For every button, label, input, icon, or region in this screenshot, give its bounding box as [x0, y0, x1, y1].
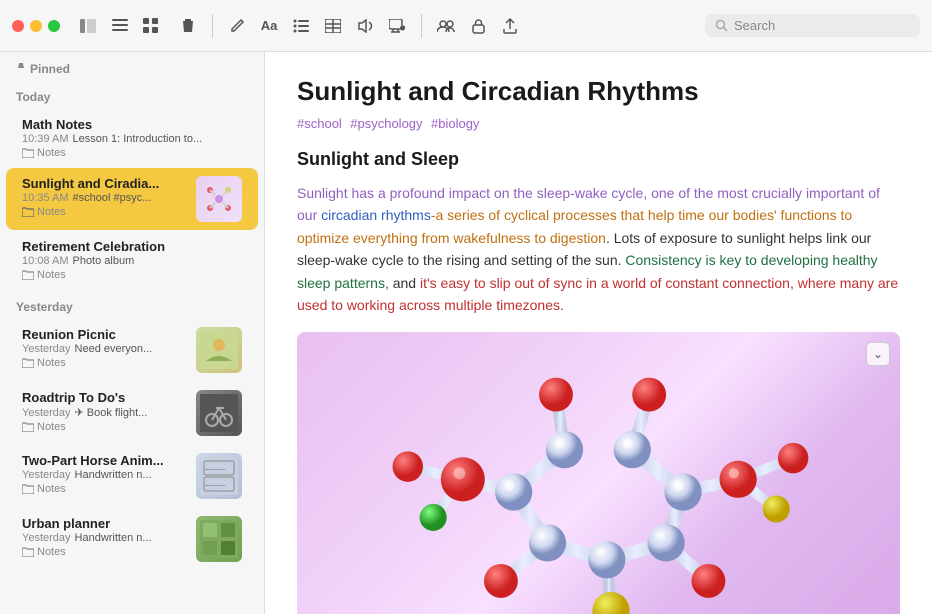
note-info: Urban planner Yesterday Handwritten n...… [22, 516, 188, 558]
note-folder: Notes [22, 483, 188, 495]
close-button[interactable] [12, 20, 24, 32]
list-item[interactable]: Math Notes 10:39 AM Lesson 1: Introducti… [6, 109, 258, 167]
tag-psychology[interactable]: #psychology [350, 116, 422, 131]
note-info: Reunion Picnic Yesterday Need everyon...… [22, 327, 188, 369]
traffic-lights [12, 20, 60, 32]
note-folder: Notes [22, 546, 188, 558]
note-title: Retirement Celebration [22, 239, 242, 254]
note-thumbnail [196, 516, 242, 562]
folder-icon [22, 422, 34, 432]
audio-icon[interactable] [353, 14, 377, 38]
note-info: Sunlight and Ciradia... 10:35 AM #school… [22, 176, 188, 218]
folder-icon [22, 270, 34, 280]
note-info: Retirement Celebration 10:08 AM Photo al… [22, 239, 242, 281]
list-item[interactable]: Reunion Picnic Yesterday Need everyon...… [6, 319, 258, 381]
note-title: Roadtrip To Do's [22, 390, 188, 405]
grid-view-icon[interactable] [138, 14, 162, 38]
note-info: Roadtrip To Do's Yesterday ✈ Book flight… [22, 390, 188, 433]
maximize-button[interactable] [48, 20, 60, 32]
note-title: Urban planner [22, 516, 188, 531]
list-item[interactable]: Sunlight and Ciradia... 10:35 AM #school… [6, 168, 258, 230]
content-area: Sunlight and Circadian Rhythms #school #… [265, 52, 932, 614]
note-meta: Yesterday Handwritten n... [22, 469, 188, 481]
note-title: Two-Part Horse Anim... [22, 453, 188, 468]
view-controls [108, 14, 162, 38]
folder-icon [22, 484, 34, 494]
tag-biology[interactable]: #biology [431, 116, 479, 131]
note-thumbnail [196, 390, 242, 436]
pinned-label: Pinned [16, 62, 248, 76]
note-meta: Yesterday Handwritten n... [22, 532, 188, 544]
titlebar: Aa ▼ Search [0, 0, 932, 52]
note-folder: Notes [22, 357, 188, 369]
note-info: Two-Part Horse Anim... Yesterday Handwri… [22, 453, 188, 495]
note-thumbnail [196, 176, 242, 222]
section-yesterday: Yesterday [0, 290, 264, 318]
note-folder: Notes [22, 269, 242, 281]
tags-container: #school #psychology #biology [297, 115, 900, 133]
pin-icon [16, 63, 26, 75]
share-icon[interactable] [498, 14, 522, 38]
search-box[interactable]: Search [705, 14, 920, 37]
note-meta: 10:08 AM Photo album [22, 255, 242, 267]
search-placeholder: Search [734, 18, 775, 33]
note-thumbnail: ~~~~~ ~~~~~ [196, 453, 242, 499]
trash-icon[interactable] [176, 14, 200, 38]
note-meta: 10:35 AM #school #psyc... [22, 192, 188, 204]
image-expand-button[interactable]: ⌄ [866, 342, 890, 366]
folder-icon [22, 148, 34, 158]
note-meta: Yesterday Need everyon... [22, 343, 188, 355]
svg-text:▼: ▼ [402, 25, 406, 30]
text-blue: circadian rhythms [321, 207, 431, 223]
note-title: Math Notes [22, 117, 242, 132]
note-folder: Notes [22, 147, 242, 159]
checklist-icon[interactable] [289, 14, 313, 38]
search-icon [715, 19, 728, 32]
folder-icon [22, 358, 34, 368]
note-info: Math Notes 10:39 AM Lesson 1: Introducti… [22, 117, 242, 159]
tag-school[interactable]: #school [297, 116, 342, 131]
note-paragraph: Sunlight has a profound impact on the sl… [297, 182, 900, 316]
table-icon[interactable] [321, 14, 345, 38]
toolbar-divider2 [421, 14, 422, 38]
sidebar-toggle-icon[interactable] [76, 14, 100, 38]
note-meta: 10:39 AM Lesson 1: Introduction to... [22, 133, 242, 145]
list-item[interactable]: Retirement Celebration 10:08 AM Photo al… [6, 231, 258, 289]
section-today: Today [0, 80, 264, 108]
list-item[interactable]: Roadtrip To Do's Yesterday ✈ Book flight… [6, 382, 258, 444]
sidebar: Pinned Today Math Notes 10:39 AM Lesson … [0, 52, 265, 614]
image-container: ⌄ [297, 332, 900, 614]
text-default-2: and [389, 275, 420, 291]
molecule-visualization [327, 348, 870, 614]
minimize-button[interactable] [30, 20, 42, 32]
pinned-section: Pinned [0, 52, 264, 80]
svg-text:~~~~~: ~~~~~ [205, 467, 225, 474]
lock-icon[interactable] [466, 14, 490, 38]
collaborate-icon[interactable] [434, 14, 458, 38]
note-thumbnail [196, 327, 242, 373]
list-item[interactable]: Urban planner Yesterday Handwritten n...… [6, 508, 258, 570]
folder-icon [22, 207, 34, 217]
section-title: Sunlight and Sleep [297, 149, 900, 170]
list-view-icon[interactable] [108, 14, 132, 38]
note-main-title: Sunlight and Circadian Rhythms [297, 76, 900, 107]
main-layout: Pinned Today Math Notes 10:39 AM Lesson … [0, 52, 932, 614]
list-item[interactable]: Two-Part Horse Anim... Yesterday Handwri… [6, 445, 258, 507]
note-meta: Yesterday ✈ Book flight... [22, 406, 188, 419]
svg-text:~~~~~: ~~~~~ [205, 483, 225, 490]
note-title: Sunlight and Ciradia... [22, 176, 188, 191]
folder-icon [22, 547, 34, 557]
compose-icon[interactable] [225, 14, 249, 38]
media-icon[interactable]: ▼ [385, 14, 409, 38]
note-folder: Notes [22, 206, 188, 218]
format-icon[interactable]: Aa [257, 14, 281, 38]
toolbar-divider [212, 14, 213, 38]
note-body: Sunlight has a profound impact on the sl… [297, 182, 900, 316]
note-title: Reunion Picnic [22, 327, 188, 342]
note-folder: Notes [22, 421, 188, 433]
